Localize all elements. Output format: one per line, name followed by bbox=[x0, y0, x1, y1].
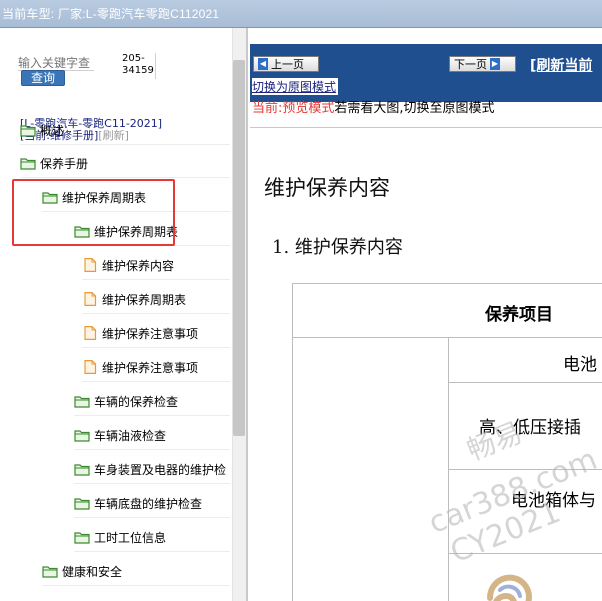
table-cell: 电池箱体与 bbox=[511, 491, 596, 511]
folder-icon bbox=[42, 564, 58, 578]
tree-separator bbox=[82, 313, 230, 314]
next-page-button[interactable]: 下一页 ▶ bbox=[449, 56, 516, 72]
arrow-right-icon: ▶ bbox=[490, 58, 500, 70]
file-icon bbox=[82, 326, 98, 340]
folder-icon bbox=[20, 123, 36, 137]
title-bar: 当前车型: 厂家:L-零跑汽车零跑C112021 bbox=[0, 0, 602, 28]
tree-item-label: 车辆油液检查 bbox=[94, 428, 167, 443]
next-page-label: 下一页 bbox=[454, 58, 487, 71]
tree-item[interactable]: 工时工位信息 bbox=[74, 527, 166, 547]
tree-item-label: 维护保养周期表 bbox=[102, 292, 187, 307]
refresh-link[interactable]: [刷新] bbox=[98, 129, 129, 142]
table-row: 电池 bbox=[449, 338, 602, 383]
tree-separator bbox=[74, 483, 230, 484]
content-divider bbox=[250, 127, 602, 128]
maintenance-table: 保养项目 电池 高、低压接插 电池箱体与 bbox=[292, 283, 602, 601]
file-icon bbox=[82, 360, 98, 374]
tree-item[interactable]: 车辆油液检查 bbox=[74, 425, 166, 445]
tree-item[interactable]: 保养手册 bbox=[20, 153, 88, 173]
tree-separator bbox=[82, 347, 230, 348]
table-cell: 电池 bbox=[563, 355, 597, 375]
section-number: 1. bbox=[272, 237, 290, 258]
folder-icon bbox=[74, 530, 90, 544]
refresh-current-link[interactable]: [刷新当前 bbox=[530, 55, 592, 75]
folder-icon bbox=[74, 394, 90, 408]
title-text: 当前车型: 厂家:L-零跑汽车零跑C112021 bbox=[2, 7, 220, 21]
watermark-logo-icon bbox=[487, 574, 532, 601]
folder-icon bbox=[20, 156, 36, 170]
content-panel: ◀ 上一页 下一页 ▶ [刷新当前 切换为原图模式 当前:预览模式若需看大图,切… bbox=[250, 28, 602, 601]
tree-separator bbox=[42, 585, 230, 586]
tree-item[interactable]: 车辆底盘的维护检查 bbox=[74, 493, 202, 513]
table-header-cell: 保养项目 bbox=[485, 305, 553, 325]
tree-item[interactable]: 车辆的保养检查 bbox=[74, 391, 178, 411]
tree-separator bbox=[74, 415, 230, 416]
table-row: 电池箱体与 bbox=[449, 470, 602, 554]
tree-item[interactable]: 维护保养注意事项 bbox=[82, 323, 198, 343]
tree-item-label: 工时工位信息 bbox=[94, 530, 167, 545]
switch-original-mode-link[interactable]: 切换为原图模式 bbox=[252, 78, 339, 95]
tree-item[interactable]: 概述 bbox=[20, 120, 64, 140]
tree-item-label: 车辆的保养检查 bbox=[94, 394, 179, 409]
tree-separator bbox=[74, 551, 230, 552]
tree-item[interactable]: 维护保养内容 bbox=[82, 255, 174, 275]
preview-mode-hint: 若需看大图,切换至原图模式 bbox=[334, 101, 495, 116]
highlight-annotation bbox=[12, 179, 175, 246]
folder-icon bbox=[74, 428, 90, 442]
table-header: 保养项目 bbox=[293, 284, 602, 338]
tree-item-label: 维护保养注意事项 bbox=[102, 326, 199, 341]
arrow-left-icon: ◀ bbox=[258, 58, 268, 70]
preview-mode-notice: 当前:预览模式若需看大图,切换至原图模式 bbox=[252, 97, 495, 116]
tree-separator bbox=[20, 144, 230, 145]
tree-item[interactable]: 维护保养注意事项 bbox=[82, 357, 198, 377]
prev-page-label: 上一页 bbox=[271, 58, 304, 71]
table-cell: 高、低压接插 bbox=[479, 418, 581, 438]
tree-item-label: 概述 bbox=[40, 123, 65, 138]
folder-icon bbox=[74, 462, 90, 476]
tree-separator bbox=[20, 177, 230, 178]
tree-separator bbox=[74, 449, 230, 450]
file-icon bbox=[82, 258, 98, 272]
tree-item-label: 维护保养注意事项 bbox=[102, 360, 199, 375]
tree-item-label: 车身装置及电器的维护检 bbox=[94, 462, 227, 477]
tree-separator bbox=[82, 381, 230, 382]
search-input[interactable] bbox=[18, 55, 94, 71]
tree-item[interactable]: 车身装置及电器的维护检 bbox=[74, 459, 226, 479]
tree-separator bbox=[74, 517, 230, 518]
sidebar-scrollbar-thumb[interactable] bbox=[233, 60, 245, 436]
tree-item-label: 车辆底盘的维护检查 bbox=[94, 496, 203, 511]
tree-separator bbox=[82, 279, 230, 280]
tree-item-label: 维护保养内容 bbox=[102, 258, 175, 273]
tree-item[interactable]: 健康和安全 bbox=[42, 561, 122, 581]
page-heading: 维护保养内容 bbox=[264, 176, 390, 200]
table-row: 高、低压接插 bbox=[449, 383, 602, 470]
section-title: 维护保养内容 bbox=[294, 237, 403, 258]
part-code: 205-34159 bbox=[122, 53, 156, 79]
search-button[interactable]: 查询 bbox=[21, 70, 65, 86]
tree-item[interactable]: 维护保养周期表 bbox=[82, 289, 186, 309]
sidebar: 查询 205-34159 [L-零跑汽车-零跑C11-2021] [当前:维修手… bbox=[0, 28, 248, 601]
preview-mode-label: 当前:预览模式 bbox=[252, 101, 335, 116]
tree-item-label: 健康和安全 bbox=[62, 564, 123, 579]
folder-icon bbox=[74, 496, 90, 510]
section-heading: 1. 维护保养内容 bbox=[272, 233, 403, 259]
tree-item-label: 保养手册 bbox=[40, 156, 89, 171]
file-icon bbox=[82, 292, 98, 306]
prev-page-button[interactable]: ◀ 上一页 bbox=[253, 56, 319, 72]
